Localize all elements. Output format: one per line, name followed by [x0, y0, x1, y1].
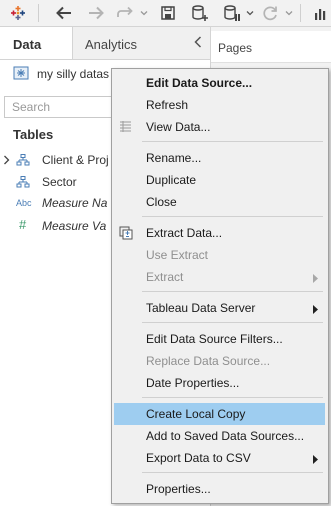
search-input[interactable] [10, 97, 124, 117]
tab-data[interactable]: Data [0, 27, 73, 59]
menu-use-extract[interactable]: Use Extract [114, 244, 325, 266]
toolbar-separator [300, 4, 301, 22]
field-label: Measure Na [42, 196, 108, 210]
menu-edit-data-source[interactable]: Edit Data Source... [114, 72, 325, 94]
refresh-dropdown-icon[interactable] [284, 1, 294, 25]
new-data-source-icon[interactable] [188, 1, 212, 25]
submenu-arrow-icon [313, 272, 318, 286]
menu-properties[interactable]: Properties... [114, 478, 325, 500]
menu-date-properties[interactable]: Date Properties... [114, 372, 325, 394]
menu-separator [142, 472, 323, 473]
menu-refresh[interactable]: Refresh [114, 94, 325, 116]
collapse-pane-icon[interactable] [194, 36, 202, 51]
view-data-icon [119, 120, 132, 135]
menu-tableau-data-server[interactable]: Tableau Data Server [114, 297, 325, 319]
pages-card[interactable]: Pages [211, 31, 331, 63]
menu-close[interactable]: Close [114, 191, 325, 213]
search-field[interactable] [4, 96, 126, 118]
submenu-arrow-icon [313, 453, 318, 467]
pause-updates-icon[interactable] [220, 1, 244, 25]
abc-icon: Abc [16, 198, 32, 208]
field-label: Client & Proj [42, 153, 109, 167]
menu-separator [142, 291, 323, 292]
back-arrow-icon[interactable] [52, 1, 76, 25]
forward-arrow-icon[interactable] [84, 1, 108, 25]
tables-heading: Tables [13, 127, 54, 142]
menu-separator [142, 397, 323, 398]
redo-icon[interactable] [114, 1, 138, 25]
menu-separator [142, 322, 323, 323]
menu-separator [142, 216, 323, 217]
data-source-name: my silly datas [37, 67, 110, 81]
hierarchy-icon [16, 154, 30, 166]
pages-title: Pages [218, 41, 253, 55]
tab-analytics-label: Analytics [85, 37, 138, 52]
pane-tabs: Data Analytics [0, 27, 210, 60]
menu-duplicate[interactable]: Duplicate [114, 169, 325, 191]
expand-chevron-icon[interactable] [3, 154, 10, 168]
tableau-logo-icon[interactable] [6, 1, 30, 25]
menu-extract-data[interactable]: Extract Data... [114, 222, 325, 244]
menu-extract[interactable]: Extract [114, 266, 325, 288]
menu-add-to-saved-data-sources[interactable]: Add to Saved Data Sources... [114, 425, 325, 447]
chart-icon[interactable] [310, 1, 331, 25]
submenu-arrow-icon [313, 303, 318, 317]
menu-edit-data-source-filters[interactable]: Edit Data Source Filters... [114, 328, 325, 350]
toolbar-separator [38, 4, 39, 22]
pause-dropdown-icon[interactable] [245, 1, 255, 25]
hierarchy-icon [16, 176, 30, 188]
redo-dropdown-icon[interactable] [139, 1, 149, 25]
toolbar [0, 0, 331, 27]
tab-analytics[interactable]: Analytics [73, 27, 210, 59]
menu-rename[interactable]: Rename... [114, 147, 325, 169]
menu-view-data[interactable]: View Data... [114, 116, 325, 138]
data-source-icon [13, 66, 29, 83]
hash-icon: # [19, 217, 27, 232]
field-label: Sector [42, 175, 77, 189]
menu-export-data-to-csv[interactable]: Export Data to CSV [114, 447, 325, 469]
save-icon[interactable] [156, 1, 180, 25]
refresh-icon[interactable] [258, 1, 282, 25]
field-label: Measure Va [42, 219, 107, 233]
tab-data-label: Data [13, 37, 42, 52]
extract-icon [119, 226, 133, 243]
menu-separator [142, 141, 323, 142]
data-source-context-menu: Edit Data Source... Refresh View Data...… [111, 68, 329, 504]
menu-replace-data-source[interactable]: Replace Data Source... [114, 350, 325, 372]
menu-create-local-copy[interactable]: Create Local Copy [114, 403, 325, 425]
